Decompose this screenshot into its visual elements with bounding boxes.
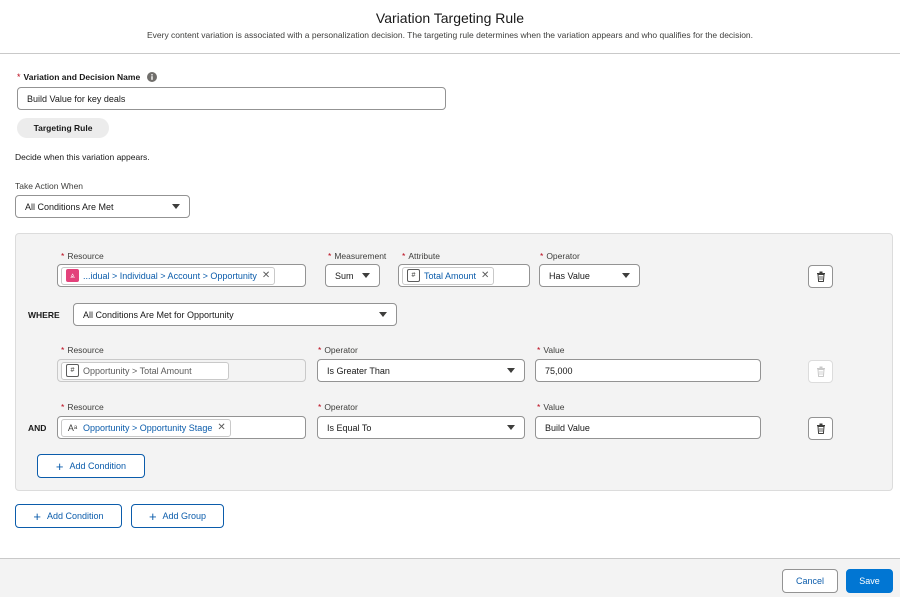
number-icon: # xyxy=(407,269,420,282)
cancel-button[interactable]: Cancel xyxy=(782,569,838,593)
sub2-value-label: * Value xyxy=(537,402,565,412)
take-action-value: All Conditions Are Met xyxy=(25,201,114,212)
sub2-value-input[interactable]: Build Value xyxy=(535,416,761,439)
chevron-down-icon xyxy=(622,273,630,278)
inner-add-condition-button[interactable]: + Add Condition xyxy=(37,454,145,478)
delete-condition-button[interactable] xyxy=(808,265,833,288)
plus-icon: + xyxy=(55,458,64,474)
take-action-label: Take Action When xyxy=(15,181,84,191)
sub2-value: Build Value xyxy=(545,422,590,433)
trash-icon xyxy=(816,423,825,434)
chevron-down-icon xyxy=(172,204,180,209)
chevron-down-icon xyxy=(379,312,387,317)
main-operator-label: * Operator xyxy=(540,251,580,261)
close-icon[interactable]: ✕ xyxy=(217,422,225,433)
trash-icon xyxy=(816,271,825,282)
sub2-operator-select[interactable]: Is Equal To xyxy=(317,416,525,439)
sub2-resource-input[interactable]: Aa Opportunity > Opportunity Stage ✕ xyxy=(57,416,306,439)
chevron-down-icon xyxy=(507,368,515,373)
main-measurement-label: * Measurement xyxy=(328,251,387,261)
measurement-value: Sum xyxy=(335,270,354,281)
attribute-value: Total Amount xyxy=(424,270,477,281)
add-group-button[interactable]: + Add Group xyxy=(131,504,224,528)
where-label: WHERE xyxy=(28,310,60,320)
main-resource-value: ...idual > Individual > Account > Opport… xyxy=(83,270,257,281)
modal-subtitle: Every content variation is associated wi… xyxy=(146,30,754,40)
close-icon[interactable]: ✕ xyxy=(262,270,270,281)
delete-sub1-button xyxy=(808,360,833,383)
plus-icon: + xyxy=(33,508,42,524)
save-button[interactable]: Save xyxy=(846,569,893,593)
rule-description: Decide when this variation appears. xyxy=(15,152,150,162)
sub2-operator-label: * Operator xyxy=(318,402,358,412)
tab-targeting-rule-label: Targeting Rule xyxy=(33,123,93,133)
required-marker: * xyxy=(17,72,21,82)
sub2-resource-value: Opportunity > Opportunity Stage xyxy=(83,422,213,433)
add-condition-label: Add Condition xyxy=(47,511,104,521)
sub1-resource-pill: # Opportunity > Total Amount xyxy=(61,361,229,380)
attribute-input[interactable]: # Total Amount ✕ xyxy=(398,264,530,287)
sub1-operator-select[interactable]: Is Greater Than xyxy=(317,359,525,382)
main-operator-value: Has Value xyxy=(549,270,590,281)
inner-add-condition-label: Add Condition xyxy=(69,461,127,471)
sub2-resource-label: * Resource xyxy=(61,402,104,412)
sub1-operator-label: * Operator xyxy=(318,345,358,355)
cancel-label: Cancel xyxy=(795,576,824,586)
add-group-label: Add Group xyxy=(162,511,207,521)
modal-title: Variation Targeting Rule xyxy=(375,10,525,26)
name-field-label-row: * Variation and Decision Name xyxy=(17,72,158,82)
sub1-resource-input: # Opportunity > Total Amount xyxy=(57,359,306,382)
modal-footer xyxy=(0,558,900,597)
modal-header: Variation Targeting Rule Every content v… xyxy=(0,0,900,54)
sub1-value-label: * Value xyxy=(537,345,565,355)
main-resource-input[interactable]: ⩓ ...idual > Individual > Account > Oppo… xyxy=(57,264,306,287)
chevron-down-icon xyxy=(507,425,515,430)
sub1-value-input[interactable]: 75,000 xyxy=(535,359,761,382)
where-value: All Conditions Are Met for Opportunity xyxy=(83,309,234,320)
tab-targeting-rule[interactable]: Targeting Rule xyxy=(17,118,109,138)
take-action-select[interactable]: All Conditions Are Met xyxy=(15,195,190,218)
sub1-value: 75,000 xyxy=(545,365,573,376)
number-icon: # xyxy=(66,364,79,377)
object-icon: ⩓ xyxy=(66,269,79,282)
main-resource-label: * Resource xyxy=(61,251,104,261)
attribute-pill[interactable]: # Total Amount ✕ xyxy=(402,266,495,285)
sub1-resource-label: * Resource xyxy=(61,345,104,355)
main-attribute-label: * Attribute xyxy=(402,251,440,261)
info-icon[interactable] xyxy=(147,72,158,82)
where-select[interactable]: All Conditions Are Met for Opportunity xyxy=(73,303,397,326)
variation-name-input[interactable]: Build Value for key deals xyxy=(17,87,446,110)
name-field-label: Variation and Decision Name xyxy=(23,72,141,82)
main-resource-pill[interactable]: ⩓ ...idual > Individual > Account > Oppo… xyxy=(61,266,276,285)
save-label: Save xyxy=(859,576,880,586)
sub2-operator-value: Is Equal To xyxy=(327,422,372,433)
and-label: AND xyxy=(28,423,47,433)
text-icon: Aa xyxy=(67,422,78,433)
sub1-resource-value: Opportunity > Total Amount xyxy=(83,365,192,376)
chevron-down-icon xyxy=(362,273,370,278)
sub1-operator-value: Is Greater Than xyxy=(327,365,390,376)
delete-sub2-button[interactable] xyxy=(808,417,833,440)
variation-name-value: Build Value for key deals xyxy=(27,93,126,104)
add-condition-button[interactable]: + Add Condition xyxy=(15,504,122,528)
trash-icon xyxy=(816,366,825,377)
close-icon[interactable]: ✕ xyxy=(481,270,489,281)
main-operator-select[interactable]: Has Value xyxy=(539,264,640,287)
plus-icon: + xyxy=(148,508,157,524)
measurement-select[interactable]: Sum xyxy=(325,264,380,287)
sub2-resource-pill[interactable]: Aa Opportunity > Opportunity Stage ✕ xyxy=(61,418,231,437)
